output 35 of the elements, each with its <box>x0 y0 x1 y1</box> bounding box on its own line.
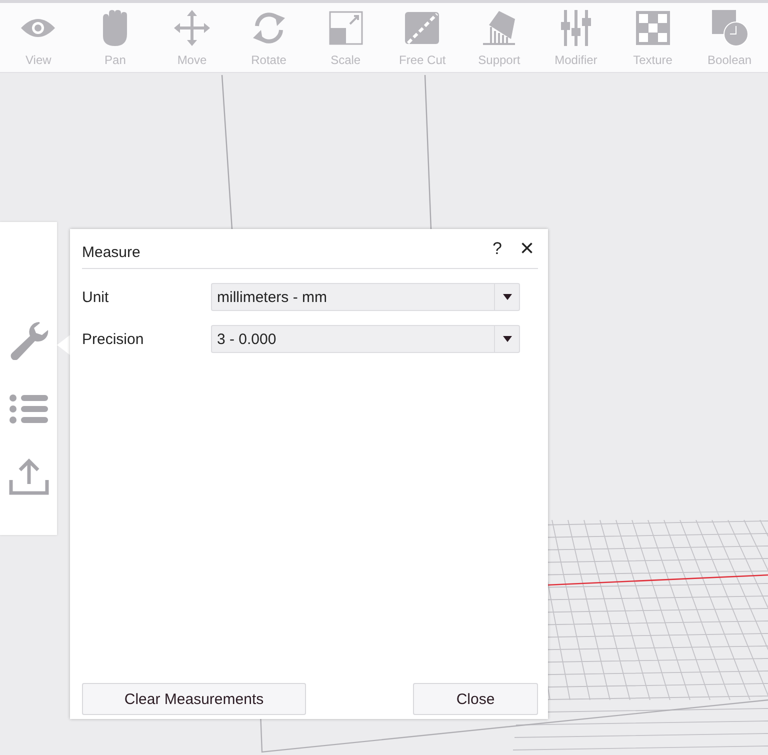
tool-button[interactable]: Scale <box>307 3 384 72</box>
sliders-icon <box>560 10 591 46</box>
close-dialog-button[interactable]: Close <box>413 683 538 715</box>
help-button[interactable]: ? <box>486 239 508 259</box>
tool-button[interactable]: Pan <box>76 3 154 72</box>
tool-button[interactable]: Free Cut <box>384 3 461 72</box>
close-button[interactable]: × <box>516 237 538 261</box>
rotate-icon <box>250 10 287 46</box>
move-arrows-icon <box>174 10 210 46</box>
tool-button[interactable]: Support <box>460 3 538 72</box>
wrench-icon <box>8 322 48 360</box>
upload-icon <box>8 458 48 496</box>
caret-icon <box>502 294 512 300</box>
checker-icon <box>636 11 670 45</box>
tool-button[interactable]: Boolean <box>691 3 768 72</box>
scale-icon <box>328 10 364 46</box>
caret-icon <box>502 336 512 342</box>
tool-button[interactable]: Modifier <box>538 3 614 72</box>
dialog-title: Measure <box>82 242 142 260</box>
tool-button[interactable]: Rotate <box>230 3 308 72</box>
field-label: Unit <box>82 288 110 306</box>
eye-icon <box>20 16 56 40</box>
boolean-shapes-icon <box>712 10 748 46</box>
field-label: Precision <box>82 330 145 348</box>
tool-button[interactable]: View <box>0 3 77 72</box>
list-icon <box>8 394 48 424</box>
side-panel-button[interactable] <box>6 458 50 496</box>
support-icon <box>481 11 518 45</box>
clear-measurements-button[interactable]: Clear Measurements <box>82 683 306 715</box>
tool-button[interactable]: Move <box>154 3 230 72</box>
dropdown[interactable]: millimeters - mm <box>211 283 520 311</box>
dropdown[interactable]: 3 - 0.000 <box>211 325 520 353</box>
tool-button[interactable]: Texture <box>614 3 692 72</box>
side-panel-button[interactable] <box>6 394 50 424</box>
free-cut-icon <box>405 12 440 44</box>
